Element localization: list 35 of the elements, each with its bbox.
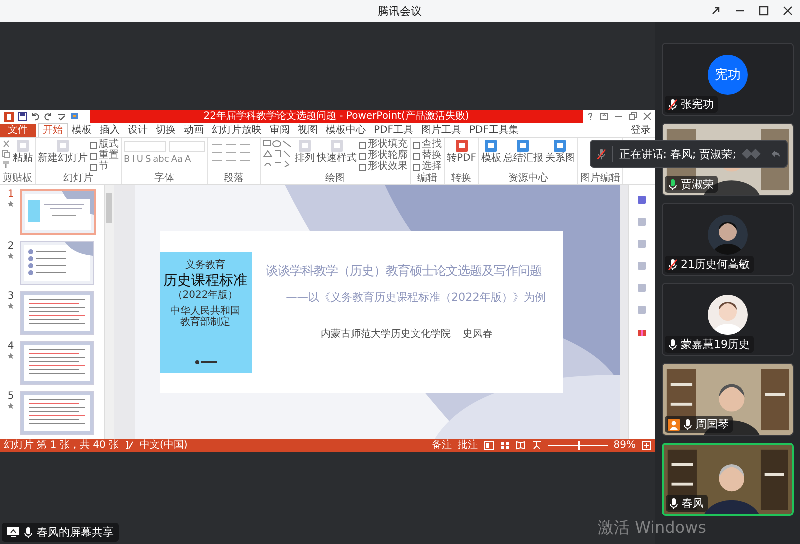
window-title: 腾讯会议: [378, 4, 422, 18]
slide-number: 1: [8, 189, 14, 200]
ribbon-group-label: 剪贴板: [2, 173, 32, 184]
ribbon-group-label: 段落: [224, 173, 244, 184]
book-title: 历史课程标准: [164, 272, 248, 290]
ribbon-group-label: 字体: [154, 173, 174, 184]
participant-name: 贾淑荣: [681, 177, 714, 192]
ribbon-group-label: 编辑: [418, 173, 438, 184]
ribbon-group-label: 资源中心: [508, 173, 548, 184]
ribbon-group-label: 绘图: [326, 173, 346, 184]
slide-number: 5: [8, 391, 14, 402]
slide-title: 谈谈学科教学（历史）教育硕士论文选题及写作问题: [266, 263, 542, 280]
speaking-indicator: 正在讲话: 春风; 贾淑荣;: [619, 146, 736, 162]
activation-watermark: 激活 Windows: [598, 519, 707, 537]
slide-subtitle: ——以《义务教育历史课程标准（2022年版）》为例: [285, 290, 546, 305]
ribbon-group-label: 幻灯片: [64, 173, 94, 184]
book-edition: （2022年版）: [172, 290, 238, 302]
slide-count: 幻灯片 第 1 张，共 40 张: [4, 440, 119, 452]
screen-share-label: 春风的屏幕共享: [2, 523, 119, 542]
ribbon-group-label: 图片编辑: [580, 173, 620, 184]
participant-name: 春风: [682, 496, 704, 511]
participant-name: 张宪功: [681, 97, 714, 112]
slide-number: 4: [8, 341, 14, 352]
author-affiliation: 内蒙古师范大学历史文化学院: [321, 328, 451, 341]
participant-name: 21历史何蒿敏: [681, 257, 750, 272]
participant-name: 周国琴: [696, 417, 729, 432]
book-issuer: 中华人民共和国教育部制定: [170, 306, 242, 328]
book-series: 义务教育: [186, 260, 226, 272]
slide-number: 2: [8, 241, 14, 252]
avatar: 宪功: [708, 54, 748, 94]
ribbon-group-label: 转换: [452, 173, 472, 184]
slide-number: 3: [8, 291, 14, 302]
document-title: 22年届学科教学论文选题问题 - PowerPoint(产品激活失败): [204, 110, 470, 122]
participant-name: 蒙嘉慧19历史: [681, 337, 750, 352]
author-name: 史风春: [463, 328, 493, 341]
